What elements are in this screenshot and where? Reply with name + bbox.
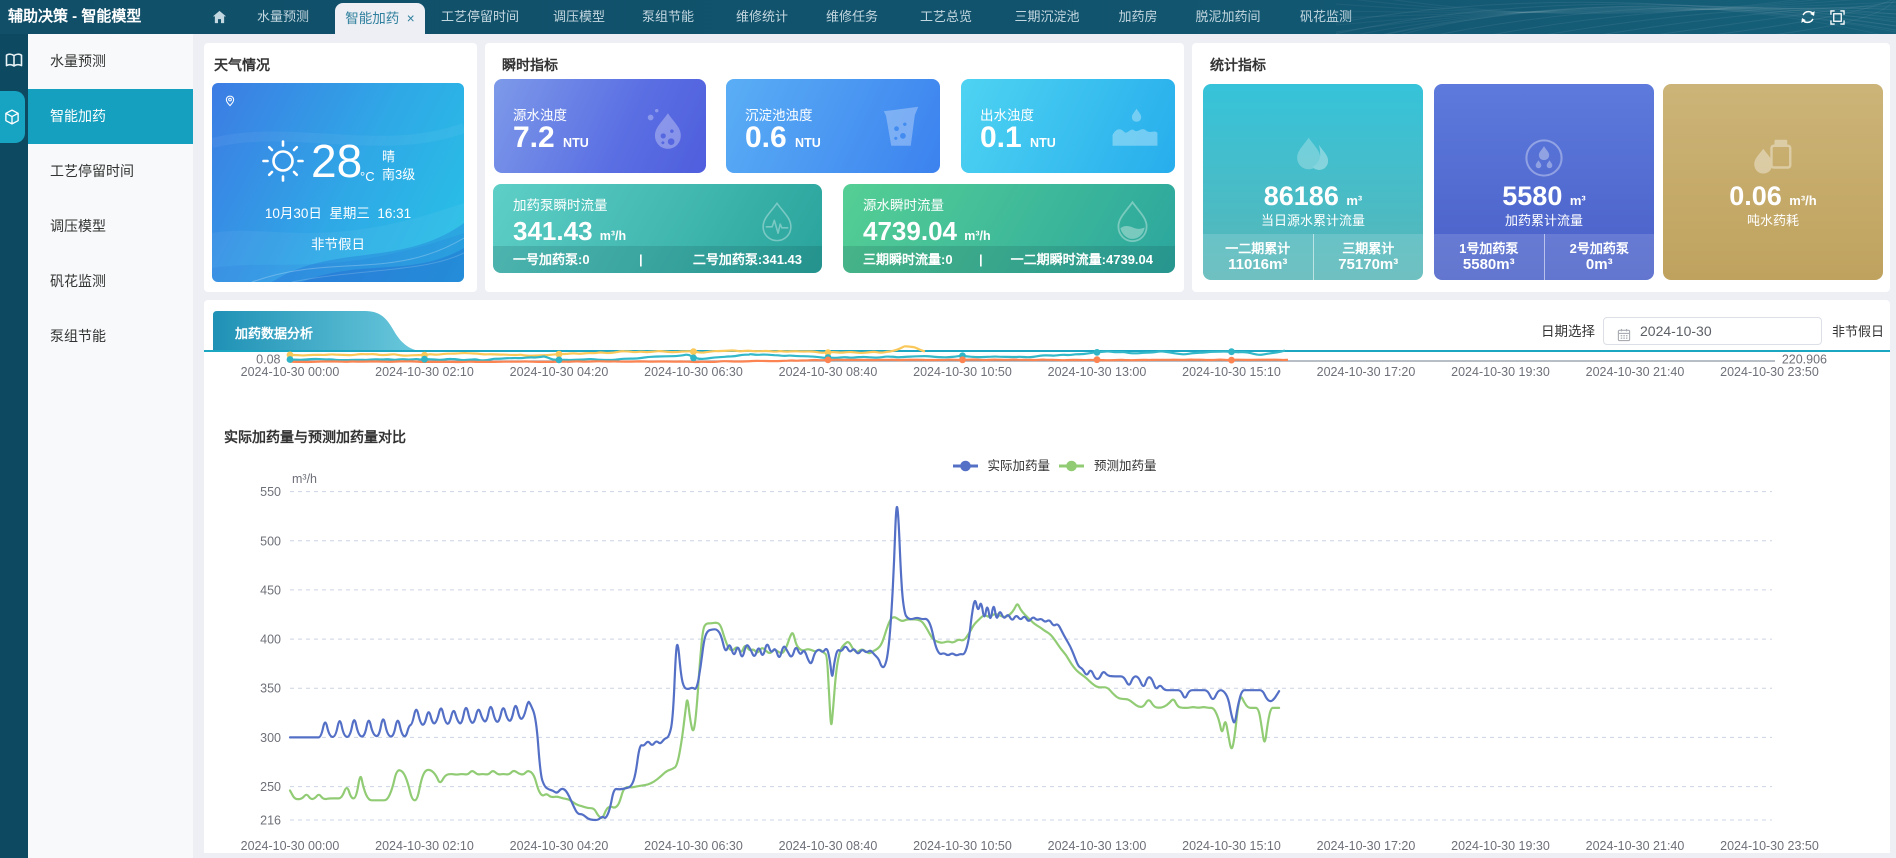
svg-text:2024-10-30 13:00: 2024-10-30 13:00 [1048, 365, 1147, 379]
svg-text:2024-10-30 19:30: 2024-10-30 19:30 [1451, 365, 1550, 379]
svg-text:2024-10-30 17:20: 2024-10-30 17:20 [1317, 839, 1416, 853]
svg-text:加药数据分析: 加药数据分析 [234, 326, 313, 341]
svg-text:2024-10-30 15:10: 2024-10-30 15:10 [1182, 365, 1281, 379]
svg-text:2024-10-30 10:50: 2024-10-30 10:50 [913, 839, 1012, 853]
svg-text:2024-10-30 02:10: 2024-10-30 02:10 [375, 839, 474, 853]
svg-text:2024-10-30 04:20: 2024-10-30 04:20 [510, 839, 609, 853]
svg-text:2024-10-30 00:00: 2024-10-30 00:00 [241, 839, 340, 853]
svg-text:2024-10-30 02:10: 2024-10-30 02:10 [375, 365, 474, 379]
svg-text:2024-10-30 17:20: 2024-10-30 17:20 [1317, 365, 1416, 379]
svg-text:2024-10-30 15:10: 2024-10-30 15:10 [1182, 839, 1281, 853]
svg-text:2024-10-30 19:30: 2024-10-30 19:30 [1451, 839, 1550, 853]
svg-text:2024-10-30 08:40: 2024-10-30 08:40 [779, 839, 878, 853]
svg-text:2024-10-30 21:40: 2024-10-30 21:40 [1586, 365, 1685, 379]
svg-text:2024-10-30 06:30: 2024-10-30 06:30 [644, 839, 743, 853]
svg-text:500: 500 [260, 534, 281, 548]
svg-text:2024-10-30 21:40: 2024-10-30 21:40 [1586, 839, 1685, 853]
svg-text:350: 350 [260, 682, 281, 696]
svg-text:2024-10-30 06:30: 2024-10-30 06:30 [644, 365, 743, 379]
svg-text:550: 550 [260, 485, 281, 499]
svg-text:2024-10-30 23:50: 2024-10-30 23:50 [1720, 365, 1819, 379]
svg-text:450: 450 [260, 583, 281, 597]
svg-text:2024-10-30 04:20: 2024-10-30 04:20 [510, 365, 609, 379]
svg-text:2024-10-30 23:50: 2024-10-30 23:50 [1720, 839, 1819, 853]
svg-text:400: 400 [260, 633, 281, 647]
svg-text:2024-10-30 00:00: 2024-10-30 00:00 [241, 365, 340, 379]
svg-text:300: 300 [260, 731, 281, 745]
svg-text:216: 216 [260, 814, 281, 828]
svg-text:2024-10-30 13:00: 2024-10-30 13:00 [1048, 839, 1147, 853]
svg-text:250: 250 [260, 780, 281, 794]
svg-text:2024-10-30 10:50: 2024-10-30 10:50 [913, 365, 1012, 379]
svg-text:2024-10-30 08:40: 2024-10-30 08:40 [779, 365, 878, 379]
